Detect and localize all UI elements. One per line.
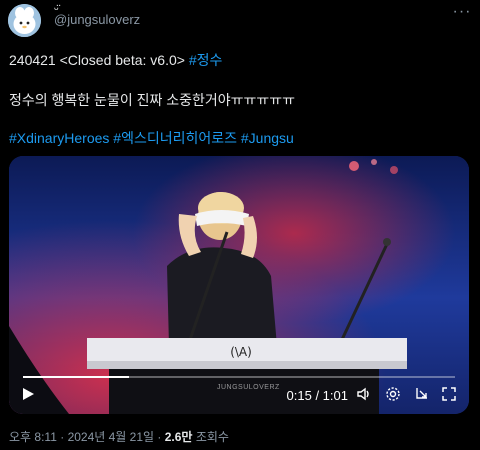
hashtag-link[interactable]: #XdinaryHeroes xyxy=(9,130,109,146)
tweet-header: ᵕ̈ @jungsuloverz ··· xyxy=(8,2,472,40)
tweet-meta: 오후 8:11 · 2024년 4월 21일 · 2.6만 조회수 xyxy=(9,428,229,445)
keyboard-logo: (\A) xyxy=(230,345,252,359)
tweet-hashtags: #XdinaryHeroes #엑스디너리히어로즈 #Jungsu xyxy=(9,128,294,148)
tweet-date[interactable]: 2024년 4월 21일 xyxy=(68,430,155,444)
name-mark: ᵕ̈ xyxy=(54,2,60,16)
play-icon[interactable] xyxy=(21,387,35,406)
username[interactable]: ᵕ̈ @jungsuloverz xyxy=(54,2,141,27)
hashtag-link[interactable]: #정수 xyxy=(189,52,223,68)
fullscreen-icon[interactable] xyxy=(441,386,457,407)
tweet-text-title: 240421 <Closed beta: v6.0> xyxy=(9,52,189,68)
more-options-icon[interactable]: ··· xyxy=(452,4,472,22)
video-controls: 0:15 / 1:01 xyxy=(9,374,469,414)
view-count: 2.6만 xyxy=(164,430,193,444)
video-player[interactable]: (\A) JUNGSULOVERZ 0:15 / 1:01 xyxy=(9,156,469,414)
video-time: 0:15 / 1:01 xyxy=(286,388,348,403)
tweet-text-line-2: 정수의 행복한 눈물이 진짜 소중한거야ㅠㅠㅠㅠㅠ xyxy=(9,92,296,108)
handle: @jungsuloverz xyxy=(54,12,141,27)
picture-in-picture-icon[interactable] xyxy=(414,386,430,407)
progress-fill xyxy=(23,376,130,378)
meta-separator: · xyxy=(56,430,68,444)
volume-icon[interactable] xyxy=(356,386,372,407)
progress-bar[interactable] xyxy=(23,376,455,378)
tweet-text-line-1: 240421 <Closed beta: v6.0> #정수 xyxy=(9,50,222,70)
settings-gear-icon[interactable] xyxy=(385,386,401,407)
meta-separator: · xyxy=(154,430,165,444)
hashtag-link[interactable]: #엑스디너리히어로즈 xyxy=(113,130,237,146)
tweet-time[interactable]: 오후 8:11 xyxy=(9,430,57,444)
views-label: 조회수 xyxy=(192,430,229,444)
avatar[interactable] xyxy=(8,4,41,37)
hashtag-link[interactable]: #Jungsu xyxy=(241,130,294,146)
